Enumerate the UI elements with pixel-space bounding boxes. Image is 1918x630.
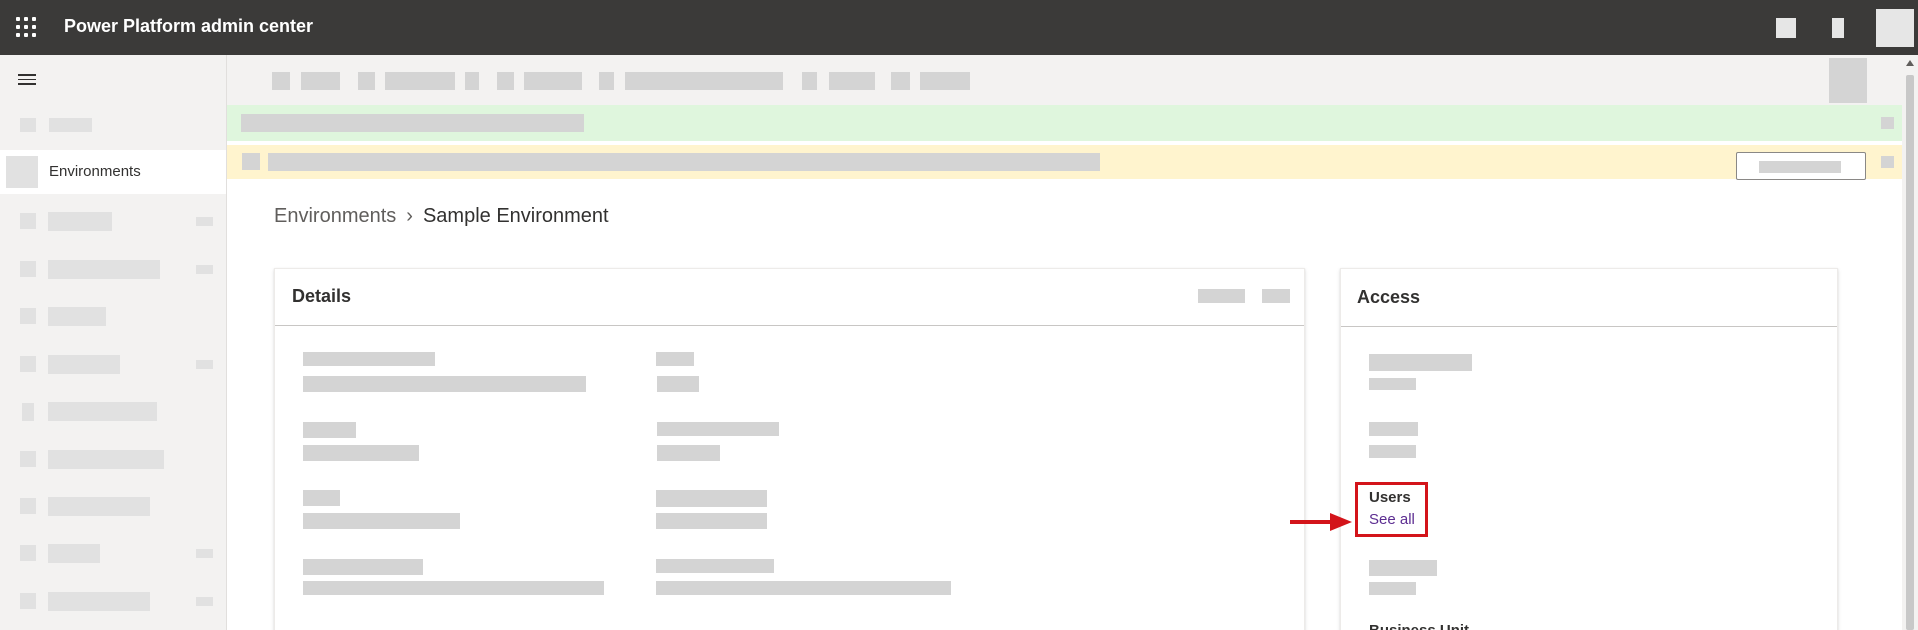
nav-item-label[interactable] — [48, 544, 100, 563]
success-banner — [227, 105, 1902, 141]
field-label — [1369, 560, 1437, 576]
nav-item-chevron-icon[interactable] — [196, 597, 213, 606]
field-label — [303, 490, 340, 506]
command-label[interactable] — [920, 72, 970, 90]
nav-item-label[interactable] — [48, 260, 160, 279]
field-value — [303, 581, 604, 595]
banner-action-button[interactable] — [1736, 152, 1866, 180]
nav-item-icon[interactable] — [20, 261, 36, 277]
card-title: Details — [292, 286, 352, 306]
command-overflow-icon[interactable] — [1829, 58, 1867, 103]
annotation-arrow-icon — [1290, 513, 1352, 531]
help-icon[interactable] — [1832, 18, 1844, 38]
nav-item-icon[interactable] — [20, 498, 36, 514]
command-label[interactable] — [385, 72, 455, 90]
banner-message — [268, 153, 1100, 171]
card-header: Details — [275, 269, 1304, 326]
field-label — [303, 352, 435, 366]
command-label[interactable] — [524, 72, 582, 90]
banner-message — [241, 114, 584, 132]
scroll-up-icon[interactable] — [1906, 60, 1914, 66]
command-icon[interactable] — [599, 72, 614, 90]
command-icon[interactable] — [891, 72, 910, 90]
access-card: Access — [1340, 268, 1838, 630]
warning-banner — [227, 145, 1902, 180]
nav-item-icon[interactable] — [20, 213, 36, 229]
nav-item-chevron-icon[interactable] — [196, 360, 213, 369]
nav-item-icon[interactable] — [20, 308, 36, 324]
nav-item-label[interactable] — [49, 118, 92, 132]
field-label — [657, 422, 779, 436]
settings-icon[interactable] — [1776, 18, 1796, 38]
hamburger-menu-icon[interactable] — [18, 74, 36, 86]
nav-item-icon[interactable] — [22, 403, 34, 421]
command-label[interactable] — [829, 72, 875, 90]
nav-item-icon[interactable] — [20, 593, 36, 609]
nav-item-label[interactable] — [48, 402, 157, 421]
left-nav: Environments — [0, 55, 227, 630]
field-value[interactable] — [1369, 445, 1416, 458]
close-icon[interactable] — [1881, 117, 1894, 129]
nav-item-label[interactable] — [48, 355, 120, 374]
field-value[interactable] — [1369, 378, 1416, 390]
command-icon[interactable] — [272, 72, 290, 90]
nav-item-chevron-icon[interactable] — [196, 217, 213, 226]
details-card: Details — [274, 268, 1305, 630]
nav-item-label[interactable] — [48, 212, 112, 231]
nav-item-chevron-icon[interactable] — [196, 549, 213, 558]
top-bar: Power Platform admin center — [0, 0, 1918, 55]
command-label[interactable] — [625, 72, 783, 90]
profile-icon[interactable] — [1876, 9, 1914, 47]
card-title: Access — [1357, 287, 1421, 307]
breadcrumb-environments[interactable]: Environments — [274, 205, 396, 228]
app-launcher-icon[interactable] — [16, 17, 36, 37]
highlight-box — [1355, 482, 1428, 537]
breadcrumb-current: Sample Environment — [422, 205, 609, 227]
close-icon[interactable] — [1881, 156, 1894, 168]
command-label[interactable] — [301, 72, 340, 90]
nav-item-label[interactable] — [48, 592, 150, 611]
field-label — [656, 559, 774, 573]
command-icon[interactable] — [465, 72, 479, 90]
command-icon[interactable] — [802, 72, 817, 90]
header-action-button[interactable] — [1262, 289, 1290, 303]
sidebar-item-label: Environments — [49, 163, 141, 180]
nav-item-label[interactable] — [48, 450, 164, 469]
environments-icon — [6, 156, 38, 188]
scrollbar-thumb[interactable] — [1906, 75, 1914, 630]
field-value[interactable] — [1369, 582, 1416, 595]
warning-icon — [242, 153, 260, 170]
field-label — [656, 490, 767, 507]
field-value — [303, 445, 419, 461]
command-icon[interactable] — [497, 72, 514, 90]
field-label — [303, 559, 423, 575]
nav-item-icon[interactable] — [20, 118, 36, 132]
nav-item-icon[interactable] — [20, 356, 36, 372]
sidebar-item-environments[interactable]: Environments — [0, 150, 226, 194]
field-value — [303, 376, 586, 392]
field-label — [1369, 354, 1472, 371]
field-value — [656, 513, 767, 529]
app-title[interactable]: Power Platform admin center — [64, 16, 313, 37]
nav-item-chevron-icon[interactable] — [196, 265, 213, 274]
vertical-scrollbar[interactable] — [1902, 55, 1918, 630]
field-value — [657, 376, 699, 392]
field-value — [303, 513, 460, 529]
command-bar — [227, 55, 1902, 105]
field-label — [656, 352, 694, 366]
edit-button[interactable] — [1198, 289, 1245, 303]
nav-item-icon[interactable] — [20, 451, 36, 467]
card-header: Access — [1341, 269, 1837, 327]
nav-item-label[interactable] — [48, 497, 150, 516]
command-icon[interactable] — [358, 72, 375, 90]
field-label — [1369, 422, 1418, 436]
field-value — [656, 581, 951, 595]
field-value — [657, 445, 720, 461]
chevron-right-icon: › — [406, 205, 413, 227]
business-unit-label: Business Unit — [1369, 622, 1469, 630]
breadcrumb: Environments › Sample Environment — [274, 205, 609, 228]
nav-item-label[interactable] — [48, 307, 106, 326]
field-label — [303, 422, 356, 438]
nav-item-icon[interactable] — [20, 545, 36, 561]
